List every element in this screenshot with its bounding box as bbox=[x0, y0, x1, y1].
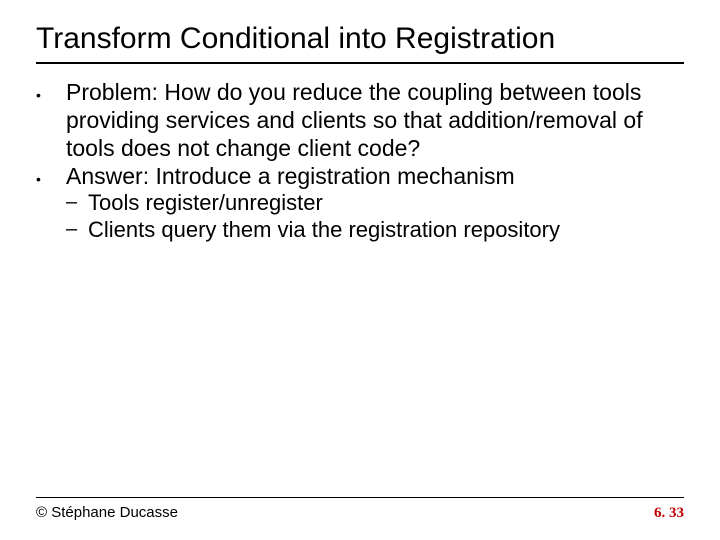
slide-content: • Problem: How do you reduce the couplin… bbox=[36, 78, 684, 244]
slide: Transform Conditional into Registration … bbox=[0, 0, 720, 540]
bullet-text: Answer: Introduce a registration mechani… bbox=[66, 162, 684, 190]
dash-icon: – bbox=[66, 217, 88, 244]
bullet-icon: • bbox=[36, 78, 66, 162]
bullet-problem: • Problem: How do you reduce the couplin… bbox=[36, 78, 684, 162]
dash-icon: – bbox=[66, 190, 88, 217]
subbullet-register: – Tools register/unregister bbox=[36, 190, 684, 217]
slide-title: Transform Conditional into Registration bbox=[36, 22, 684, 56]
bullet-icon: • bbox=[36, 162, 66, 190]
slide-footer: © Stéphane Ducasse 6. 33 bbox=[36, 497, 684, 522]
footer-row: © Stéphane Ducasse 6. 33 bbox=[36, 504, 684, 522]
title-divider bbox=[36, 62, 684, 64]
subbullet-text: Tools register/unregister bbox=[88, 190, 684, 217]
subbullet-query: – Clients query them via the registratio… bbox=[36, 217, 684, 244]
bullet-text: Problem: How do you reduce the coupling … bbox=[66, 78, 684, 162]
page-number: 6. 33 bbox=[654, 505, 684, 522]
footer-author: © Stéphane Ducasse bbox=[36, 504, 178, 521]
subbullet-text: Clients query them via the registration … bbox=[88, 217, 684, 244]
bullet-answer: • Answer: Introduce a registration mecha… bbox=[36, 162, 684, 190]
footer-divider bbox=[36, 497, 684, 498]
